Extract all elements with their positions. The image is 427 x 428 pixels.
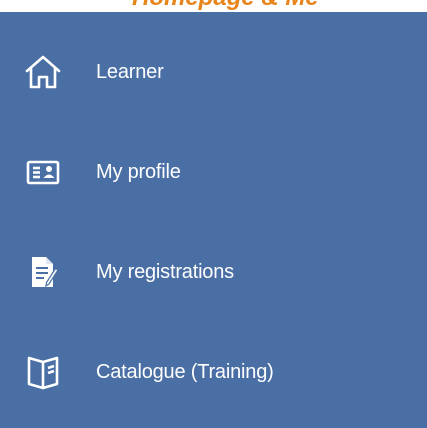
menu-item-label: Learner <box>96 60 164 83</box>
sidebar-menu: Learner My profile My registrations Cata… <box>0 12 427 428</box>
page-title: Homepage & Me <box>132 0 319 12</box>
document-pen-icon <box>18 247 68 297</box>
menu-item-label: Catalogue (Training) <box>96 360 274 383</box>
page-title-strip: Homepage & Me <box>0 0 427 12</box>
menu-item-label: My profile <box>96 160 181 183</box>
menu-item-my-registrations[interactable]: My registrations <box>0 242 427 302</box>
home-icon <box>18 47 68 97</box>
open-book-icon <box>18 347 68 397</box>
menu-item-catalogue[interactable]: Catalogue (Training) <box>0 342 427 402</box>
menu-item-learner[interactable]: Learner <box>0 42 427 102</box>
menu-item-my-profile[interactable]: My profile <box>0 142 427 202</box>
id-card-icon <box>18 147 68 197</box>
menu-item-label: My registrations <box>96 260 234 283</box>
